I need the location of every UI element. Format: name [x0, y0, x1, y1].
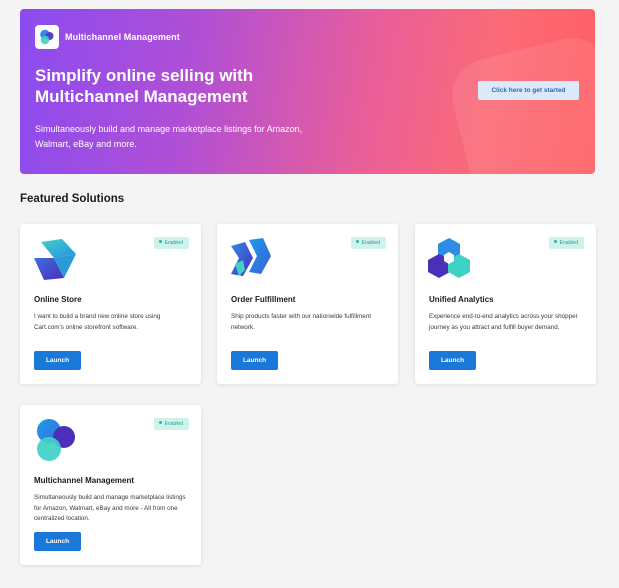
- status-badge: Enabled: [548, 237, 584, 249]
- solution-card-order-fulfillment: Enabled Order Fulfillment Ship products …: [217, 224, 398, 384]
- hero-title: Simplify online selling with Multichanne…: [35, 66, 254, 106]
- status-badge: Enabled: [350, 237, 386, 249]
- get-started-button[interactable]: Click here to get started: [478, 81, 579, 100]
- status-badge: Enabled: [153, 237, 189, 249]
- multichannel-logo-icon: [35, 25, 59, 49]
- online-store-icon: [32, 236, 78, 282]
- launch-button[interactable]: Launch: [34, 532, 81, 551]
- order-fulfillment-icon: [229, 236, 275, 282]
- brand-name: Multichannel Management: [65, 32, 180, 42]
- solution-card-unified-analytics: Enabled Unified Analytics Experience end…: [415, 224, 596, 384]
- launch-button[interactable]: Launch: [429, 351, 476, 370]
- solution-card-multichannel-management: Enabled Multichannel Management Simultan…: [20, 405, 201, 565]
- multichannel-management-icon: [32, 417, 78, 463]
- card-description: Experience end-to-end analytics across y…: [429, 313, 578, 331]
- unified-analytics-icon: [427, 236, 473, 282]
- section-title: Featured Solutions: [20, 193, 125, 205]
- launch-button[interactable]: Launch: [34, 351, 81, 370]
- hero-subtitle: Simultaneously build and manage marketpl…: [35, 124, 303, 149]
- card-description: Ship products faster with our nationwide…: [231, 313, 372, 331]
- hero-banner: Multichannel Management Simplify online …: [20, 9, 595, 174]
- card-description: Simultaneously build and manage marketpl…: [34, 494, 186, 522]
- card-title: Multichannel Management: [34, 476, 135, 485]
- card-title: Order Fulfillment: [231, 295, 296, 304]
- launch-button[interactable]: Launch: [231, 351, 278, 370]
- card-title: Online Store: [34, 295, 82, 304]
- card-description: I want to build a brand new online store…: [34, 313, 161, 331]
- card-title: Unified Analytics: [429, 295, 494, 304]
- solution-card-online-store: Enabled Online Store I want to build a b…: [20, 224, 201, 384]
- status-badge: Enabled: [153, 418, 189, 430]
- hero-decorative-shape: [444, 29, 595, 174]
